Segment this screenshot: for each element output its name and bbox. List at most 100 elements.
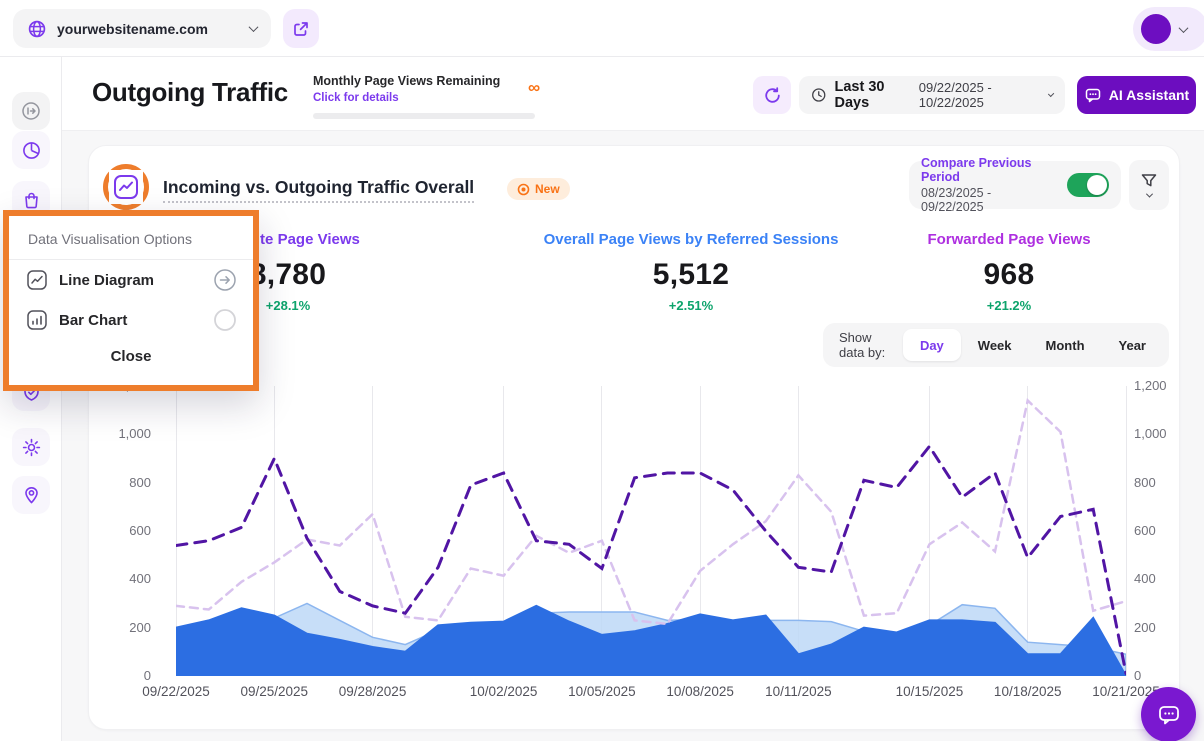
chart-plot-area[interactable] — [176, 386, 1126, 676]
arrow-circle-icon — [213, 268, 237, 292]
new-badge-label: New — [535, 182, 560, 196]
refresh-button[interactable] — [753, 76, 791, 114]
card-title[interactable]: Incoming vs. Outgoing Traffic Overall — [163, 177, 474, 203]
avatar — [1141, 14, 1171, 44]
settings-gear-icon — [21, 437, 42, 458]
external-link-icon — [292, 20, 310, 38]
option-label: Bar Chart — [59, 312, 127, 329]
granularity-control: Show data by: Day Week Month Year — [823, 323, 1169, 367]
globe-icon — [27, 19, 47, 39]
page-header: Outgoing Traffic Monthly Page Views Rema… — [62, 57, 1204, 131]
quota-progress-bar — [313, 113, 535, 119]
line-diagram-icon — [113, 174, 139, 200]
option-line-diagram[interactable]: Line Diagram — [9, 260, 253, 300]
ai-assistant-button[interactable]: AI Assistant — [1077, 76, 1196, 114]
stat-referred-sessions: Overall Page Views by Referred Sessions … — [541, 231, 841, 313]
stat-label: Forwarded Page Views — [859, 231, 1159, 248]
quota-label: Monthly Page Views Remaining — [313, 74, 613, 88]
sidebar-item-settings[interactable] — [12, 428, 50, 466]
filter-funnel-icon — [1140, 173, 1158, 189]
traffic-chart — [176, 386, 1126, 676]
filter-button[interactable] — [1129, 160, 1169, 210]
compare-dates: 08/23/2025 - 09/22/2025 — [921, 186, 1057, 214]
x-tick-label: 10/18/2025 — [994, 684, 1062, 699]
stat-delta: +21.2% — [859, 298, 1159, 313]
chat-bubble-icon — [1084, 86, 1102, 104]
chevron-down-icon — [249, 22, 259, 32]
new-dot-icon — [517, 183, 530, 196]
y-tick-label: 0 — [144, 668, 151, 683]
ai-assistant-label: AI Assistant — [1109, 87, 1189, 103]
granularity-label: Show data by: — [839, 330, 895, 360]
y-tick-label: 800 — [1134, 475, 1156, 490]
y-tick-label: 200 — [1134, 620, 1156, 635]
y-tick-label: 800 — [129, 475, 151, 490]
x-tick-label: 10/02/2025 — [470, 684, 538, 699]
bar-chart-icon — [26, 309, 48, 331]
stat-delta: +2.51% — [541, 298, 841, 313]
option-label: Line Diagram — [59, 272, 154, 289]
x-tick-label: 10/08/2025 — [666, 684, 734, 699]
refresh-icon — [763, 86, 782, 105]
sidebar-item-analytics[interactable] — [12, 131, 50, 169]
collapse-panel-icon — [20, 100, 42, 122]
chevron-down-icon — [1179, 23, 1189, 33]
stat-value: 968 — [859, 258, 1159, 292]
website-selector[interactable]: yourwebsitename.com — [13, 9, 271, 48]
account-menu[interactable] — [1133, 7, 1204, 51]
y-tick-label: 1,000 — [1134, 426, 1167, 441]
sidebar-nav — [0, 57, 62, 741]
page-title: Outgoing Traffic — [92, 77, 288, 108]
x-axis-labels: 09/22/202509/25/202509/28/202510/02/2025… — [176, 684, 1126, 704]
y-tick-label: 1,000 — [118, 426, 151, 441]
stat-value: 5,512 — [541, 258, 841, 292]
x-tick-label: 10/15/2025 — [896, 684, 964, 699]
open-website-button[interactable] — [283, 9, 319, 48]
top-bar: yourwebsitename.com — [0, 0, 1204, 57]
quota-details-link[interactable]: Click for details — [313, 92, 399, 104]
map-pin-icon — [21, 485, 42, 506]
new-badge: New — [507, 178, 570, 200]
y-axis-left: 02004006008001,0001,200 — [103, 386, 151, 676]
pie-chart-icon — [21, 140, 42, 161]
data-visualisation-popup: Data Visualisation Options Line Diagram — [3, 210, 259, 391]
tab-month[interactable]: Month — [1029, 329, 1102, 361]
close-button[interactable]: Close — [9, 340, 253, 365]
website-name: yourwebsitename.com — [57, 21, 240, 37]
infinity-quota-value: ∞ — [528, 78, 540, 98]
x-tick-label: 09/25/2025 — [240, 684, 308, 699]
x-tick-label: 10/11/2025 — [765, 684, 832, 699]
compare-previous-period: Compare Previous Period 08/23/2025 - 09/… — [909, 161, 1121, 209]
chart-type-button[interactable] — [109, 170, 143, 204]
y-tick-label: 200 — [129, 620, 151, 635]
tab-day[interactable]: Day — [903, 329, 961, 361]
series-outgoing-previous — [176, 401, 1126, 625]
popup-title: Data Visualisation Options — [9, 216, 253, 259]
x-tick-label: 10/05/2025 — [568, 684, 636, 699]
y-tick-label: 400 — [1134, 571, 1156, 586]
app-root: yourwebsitename.com — [0, 0, 1204, 741]
x-tick-label: 09/22/2025 — [142, 684, 210, 699]
stat-label: Overall Page Views by Referred Sessions — [541, 231, 841, 248]
x-tick-label: 09/28/2025 — [339, 684, 407, 699]
y-axis-right: 02004006008001,0001,200 — [1134, 386, 1184, 676]
line-diagram-icon — [26, 269, 48, 291]
date-range-picker[interactable]: Last 30 Days 09/22/2025 - 10/22/2025 — [799, 76, 1065, 114]
range-label: Last 30 Days — [834, 79, 910, 111]
chat-fab-button[interactable] — [1141, 687, 1196, 741]
chat-bubble-icon — [1156, 702, 1182, 728]
sidebar-item-locations[interactable] — [12, 476, 50, 514]
clock-icon — [811, 86, 826, 104]
compare-toggle[interactable] — [1067, 173, 1109, 197]
y-tick-label: 600 — [129, 523, 151, 538]
y-tick-label: 400 — [129, 571, 151, 586]
tab-week[interactable]: Week — [961, 329, 1029, 361]
tab-year[interactable]: Year — [1102, 329, 1163, 361]
shopping-bag-icon — [21, 190, 42, 211]
y-tick-label: 0 — [1134, 668, 1141, 683]
option-bar-chart[interactable]: Bar Chart — [9, 300, 253, 340]
quota-block: Monthly Page Views Remaining Click for d… — [313, 74, 613, 119]
stat-forwarded-page-views: Forwarded Page Views 968 +21.2% — [859, 231, 1159, 313]
compare-label: Compare Previous Period — [921, 156, 1057, 184]
sidebar-item-collapse[interactable] — [12, 92, 50, 130]
